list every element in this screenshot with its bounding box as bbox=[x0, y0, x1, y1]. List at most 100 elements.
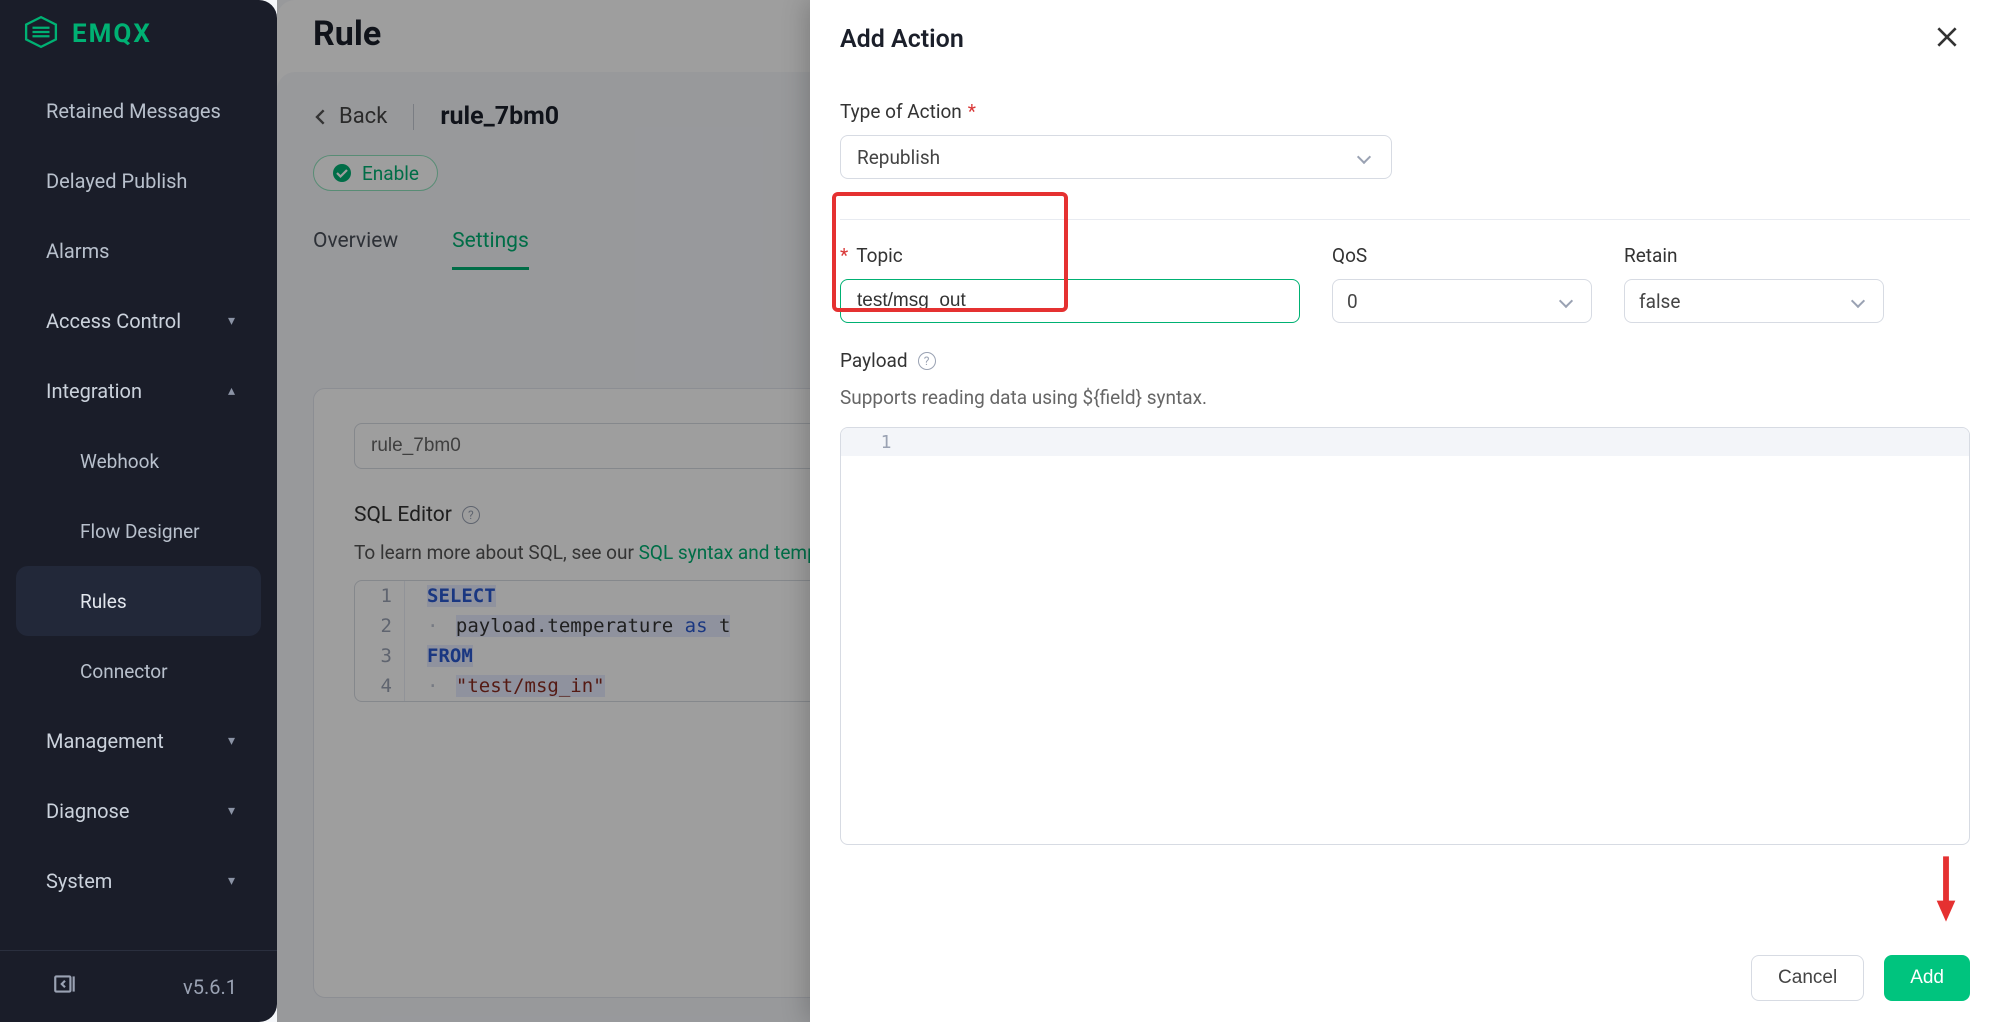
add-action-drawer: Add Action Type of Action * Republish * To… bbox=[810, 0, 2000, 1022]
required-star: * bbox=[968, 100, 976, 123]
sidebar-item-connector[interactable]: Connector bbox=[0, 636, 277, 706]
drawer-title: Add Action bbox=[840, 25, 964, 54]
text: Topic bbox=[856, 244, 903, 267]
label: Connector bbox=[80, 660, 168, 683]
select-value: false bbox=[1639, 290, 1680, 313]
chevron-down-icon: ▾ bbox=[228, 803, 235, 819]
close-icon bbox=[1934, 24, 1960, 50]
drawer-header: Add Action bbox=[810, 0, 2000, 54]
type-of-action-select[interactable]: Republish bbox=[840, 135, 1392, 179]
back-button[interactable]: Back bbox=[313, 104, 387, 129]
topic-input[interactable] bbox=[840, 279, 1300, 323]
text: Type of Action bbox=[840, 100, 962, 123]
qos-select[interactable]: 0 bbox=[1332, 279, 1592, 323]
payload-label-row: Payload ? bbox=[840, 349, 1970, 372]
code-string: "test/msg_in" bbox=[456, 675, 605, 697]
topic-label: * Topic bbox=[840, 244, 1300, 267]
back-label: Back bbox=[339, 104, 387, 129]
sidebar-item-flow-designer[interactable]: Flow Designer bbox=[0, 496, 277, 566]
chevron-down-icon bbox=[1851, 294, 1865, 308]
action-fields-row: * Topic QoS 0 Retain false bbox=[840, 244, 1970, 323]
code-text: t bbox=[708, 615, 731, 637]
code-keyword: as bbox=[685, 615, 708, 637]
indent: · bbox=[427, 675, 456, 697]
label: Webhook bbox=[80, 450, 159, 473]
type-of-action-label: Type of Action * bbox=[840, 100, 1970, 123]
gutter: 1 bbox=[841, 432, 931, 453]
sidebar-group-management[interactable]: Management ▾ bbox=[0, 706, 277, 776]
chevron-down-icon bbox=[1357, 150, 1371, 164]
chevron-down-icon bbox=[1559, 294, 1573, 308]
sidebar-item-webhook[interactable]: Webhook bbox=[0, 426, 277, 496]
sidebar-group-integration[interactable]: Integration ▴ bbox=[0, 356, 277, 426]
rule-id-title: rule_7bm0 bbox=[440, 102, 559, 131]
close-button[interactable] bbox=[1934, 24, 1960, 54]
chevron-down-icon: ▾ bbox=[228, 313, 235, 329]
drawer-body: Type of Action * Republish * Topic QoS 0 R… bbox=[810, 54, 2000, 934]
sidebar: EMQX Retained Messages Delayed Publish A… bbox=[0, 0, 277, 1022]
payload-help-text: Supports reading data using ${field} syn… bbox=[840, 386, 1970, 409]
sidebar-group-access-control[interactable]: Access Control ▾ bbox=[0, 286, 277, 356]
required-star: * bbox=[840, 244, 848, 267]
qos-label: QoS bbox=[1332, 244, 1592, 267]
help-icon[interactable]: ? bbox=[918, 352, 936, 370]
code-text: payload.temperature bbox=[456, 615, 685, 637]
brand-logo[interactable]: EMQX bbox=[0, 0, 277, 68]
label: Alarms bbox=[46, 239, 109, 263]
emqx-logo-icon bbox=[24, 15, 58, 53]
editor-line: 1 bbox=[841, 428, 1969, 456]
gutter: 3 bbox=[355, 641, 405, 671]
topic-field: * Topic bbox=[840, 244, 1300, 323]
label: System bbox=[46, 869, 112, 893]
sql-editor-label: SQL Editor bbox=[354, 503, 452, 527]
sidebar-item-retained[interactable]: Retained Messages bbox=[0, 76, 277, 146]
label: Integration bbox=[46, 379, 142, 403]
code-keyword: FROM bbox=[427, 645, 473, 667]
enable-toggle[interactable]: Enable bbox=[313, 155, 438, 191]
gutter: 2 bbox=[355, 611, 405, 641]
sidebar-sub-integration: Webhook Flow Designer Rules Connector bbox=[0, 426, 277, 706]
tab-settings[interactable]: Settings bbox=[452, 229, 529, 270]
label: Management bbox=[46, 729, 164, 753]
label: Access Control bbox=[46, 309, 181, 333]
label: Delayed Publish bbox=[46, 169, 187, 193]
label: Flow Designer bbox=[80, 520, 200, 543]
select-value: Republish bbox=[857, 146, 940, 169]
qos-field: QoS 0 bbox=[1332, 244, 1592, 323]
brand-name: EMQX bbox=[72, 19, 152, 49]
page-title: Rule bbox=[313, 14, 381, 54]
help-icon[interactable]: ? bbox=[462, 506, 480, 524]
collapse-sidebar-icon[interactable] bbox=[52, 971, 78, 1002]
version-label: v5.6.1 bbox=[183, 975, 237, 999]
sidebar-item-alarms[interactable]: Alarms bbox=[0, 216, 277, 286]
payload-editor[interactable]: 1 bbox=[840, 427, 1970, 845]
retain-label: Retain bbox=[1624, 244, 1884, 267]
sidebar-group-system[interactable]: System▾ bbox=[0, 846, 277, 916]
retain-select[interactable]: false bbox=[1624, 279, 1884, 323]
label: Rules bbox=[80, 590, 127, 613]
add-button[interactable]: Add bbox=[1884, 955, 1970, 1001]
gutter: 4 bbox=[355, 671, 405, 701]
text: To learn more about SQL, see our bbox=[354, 541, 639, 564]
indent: · bbox=[427, 615, 456, 637]
retain-field: Retain false bbox=[1624, 244, 1884, 323]
cancel-button[interactable]: Cancel bbox=[1751, 955, 1864, 1001]
code-keyword: SELECT bbox=[427, 585, 496, 607]
chevron-down-icon: ▾ bbox=[228, 733, 235, 749]
tab-overview[interactable]: Overview bbox=[313, 229, 398, 270]
sidebar-nav: Retained Messages Delayed Publish Alarms… bbox=[0, 68, 277, 950]
select-value: 0 bbox=[1347, 290, 1358, 313]
sidebar-item-delayed[interactable]: Delayed Publish bbox=[0, 146, 277, 216]
check-circle-icon bbox=[332, 163, 352, 183]
payload-label: Payload bbox=[840, 349, 908, 372]
label: Retained Messages bbox=[46, 99, 221, 123]
drawer-footer: Cancel Add bbox=[810, 934, 2000, 1022]
sidebar-footer: v5.6.1 bbox=[0, 950, 277, 1022]
enable-label: Enable bbox=[362, 162, 419, 185]
sidebar-group-diagnose[interactable]: Diagnose ▾ bbox=[0, 776, 277, 846]
separator bbox=[413, 104, 414, 130]
chevron-up-icon: ▴ bbox=[228, 383, 235, 399]
chevron-left-icon bbox=[313, 109, 329, 125]
label: Diagnose bbox=[46, 799, 129, 823]
sidebar-item-rules[interactable]: Rules bbox=[16, 566, 261, 636]
